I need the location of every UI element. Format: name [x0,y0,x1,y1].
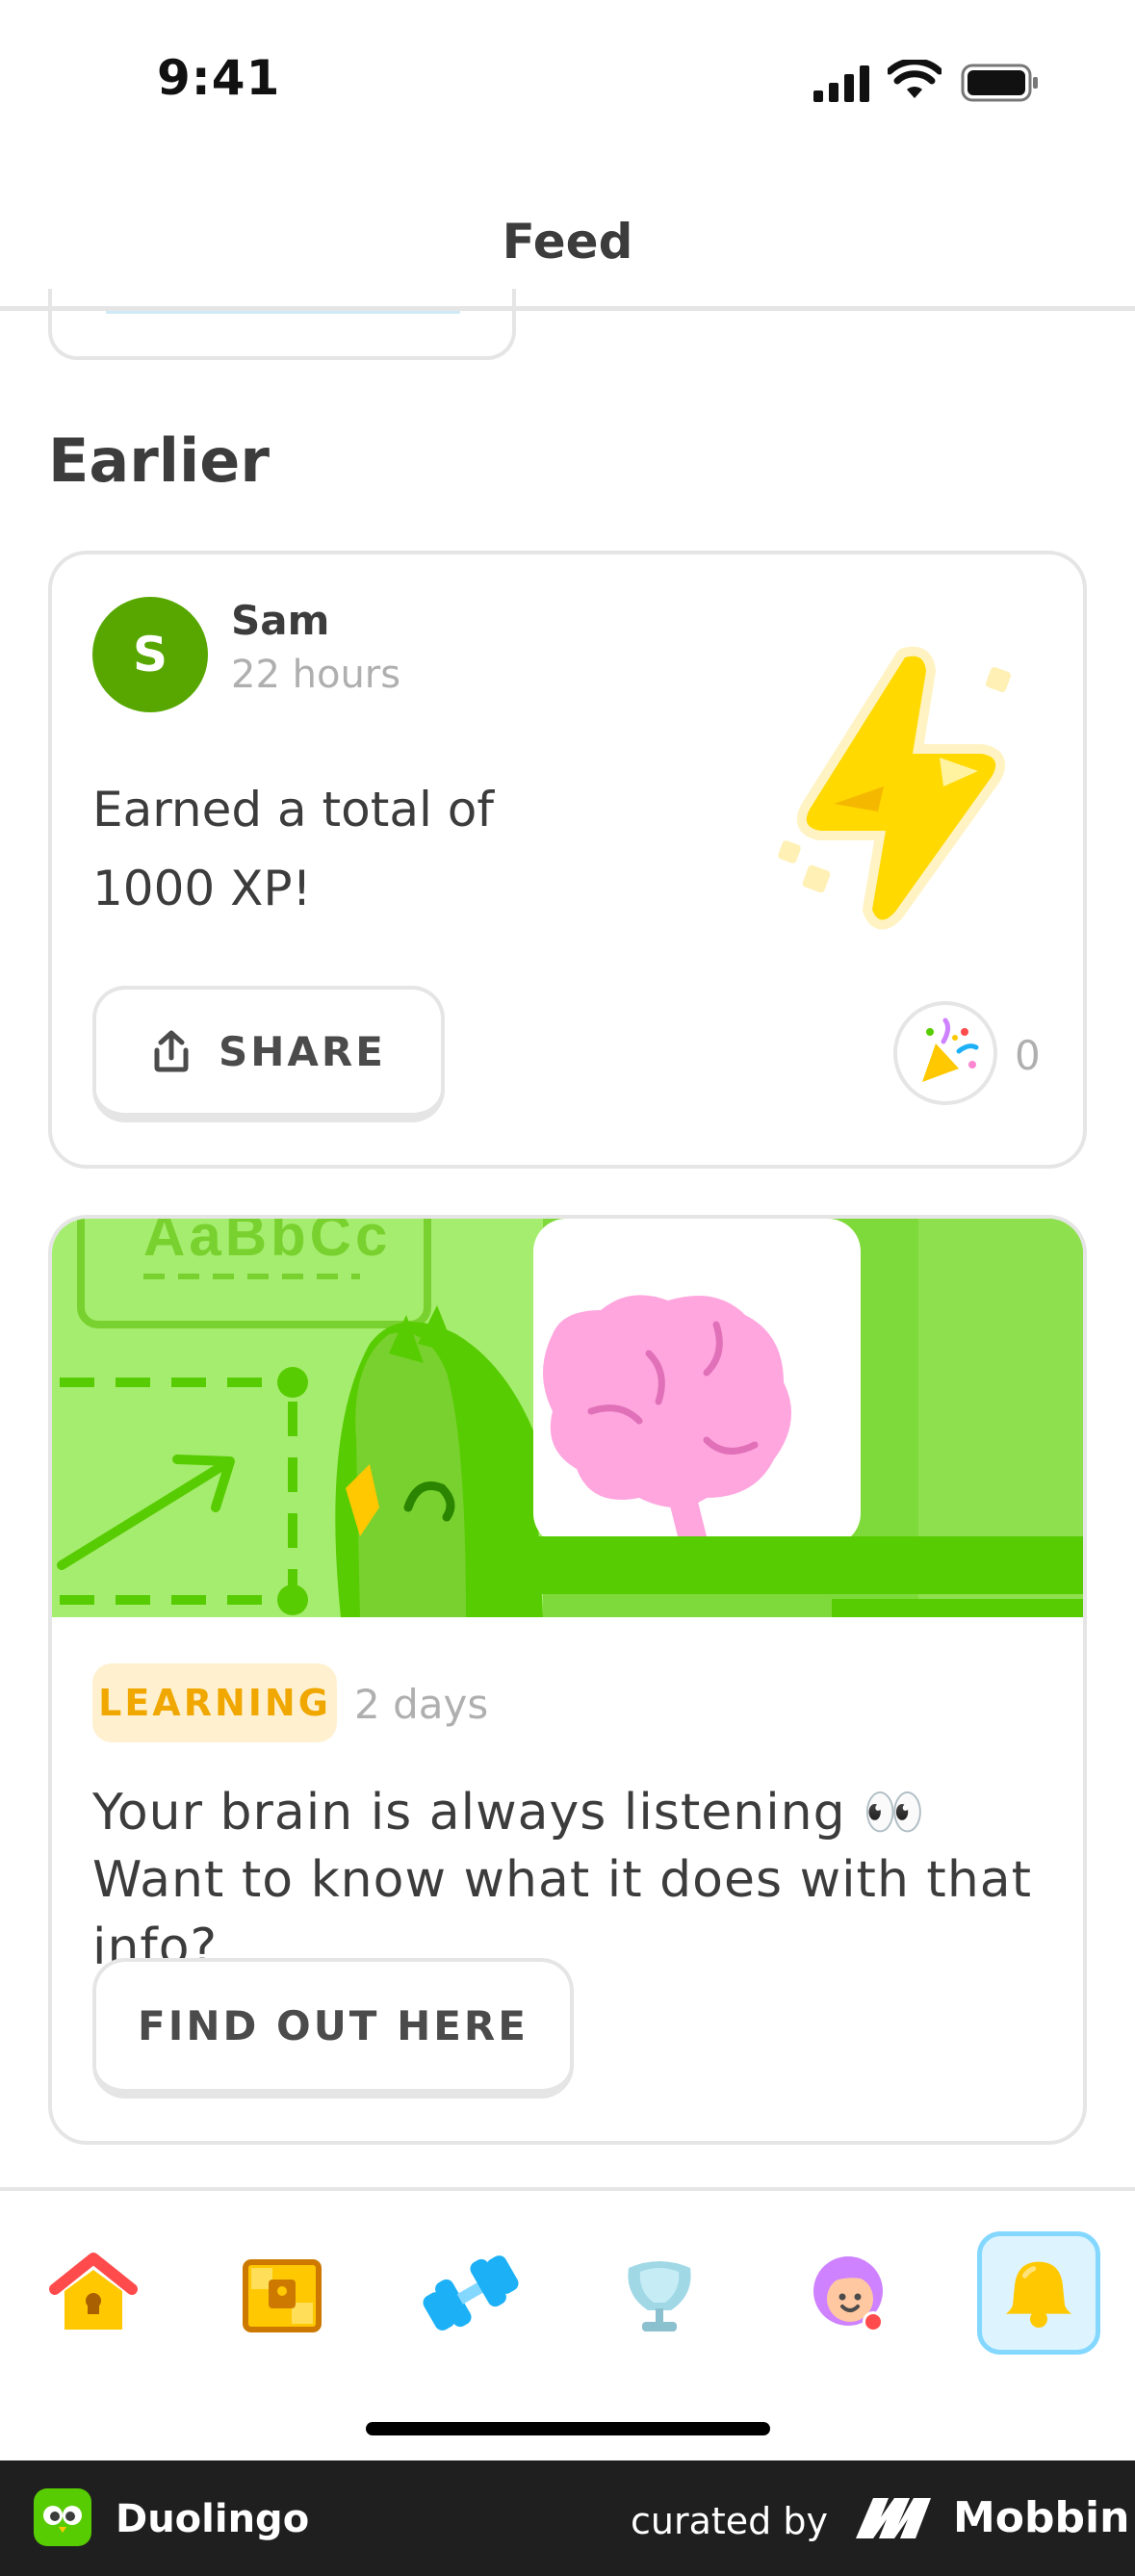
nav-profile[interactable] [787,2231,910,2355]
post-text: Earned a total of 1000 XP! [92,782,494,916]
dumbbell-icon [423,2255,519,2331]
watermark-curated-by: curated by [631,2500,828,2542]
nav-leagues[interactable] [598,2231,721,2355]
celebrate-button[interactable] [893,1001,997,1105]
bell-icon [1005,2261,1072,2328]
home-indicator[interactable] [366,2422,770,2435]
previous-card[interactable] [48,289,516,360]
nav-home[interactable] [32,2231,155,2355]
banner-text: AaBbCc [143,1219,391,1268]
battery-icon [961,64,1038,102]
home-icon [49,2253,138,2330]
avatar[interactable]: S [92,597,208,712]
share-icon [154,1030,189,1072]
nav-chest[interactable] [220,2231,344,2355]
post-time: 22 hours [231,653,401,697]
celebrate-count: 0 [1015,1032,1041,1079]
nav-practice[interactable] [409,2231,532,2355]
news-text: Your brain is always listening 👀 Want to… [92,1784,1033,1976]
profile-icon [813,2256,884,2332]
category-tag: LEARNING [92,1663,337,1742]
party-popper-icon [922,1018,979,1082]
mobbin-logo-icon [856,2498,931,2538]
section-title: Earlier [48,425,270,496]
user-name[interactable]: Sam [231,597,329,644]
duolingo-app-icon [34,2488,91,2546]
chest-icon [243,2259,322,2332]
watermark-brand: Mobbin [953,2493,1130,2542]
watermark-app-name: Duolingo [116,2497,310,2541]
nav-notifications[interactable] [977,2231,1100,2355]
header-divider [0,306,1135,311]
find-out-button[interactable]: FIND OUT HERE [92,1958,574,2099]
status-time: 9:41 [157,50,281,106]
nav-divider [0,2187,1135,2191]
share-button[interactable]: SHARE [92,986,445,1122]
cellular-signal-icon [813,65,869,102]
wifi-icon [888,60,942,98]
shield-icon [628,2261,691,2331]
lightning-bolt-icon [778,646,1011,930]
share-label: SHARE [219,1027,386,1075]
page-title: Feed [502,214,633,270]
news-time: 2 days [354,1681,489,1728]
news-banner-illustration: AaBbCc [52,1219,1083,1617]
news-banner[interactable]: AaBbCc [52,1219,1083,1617]
